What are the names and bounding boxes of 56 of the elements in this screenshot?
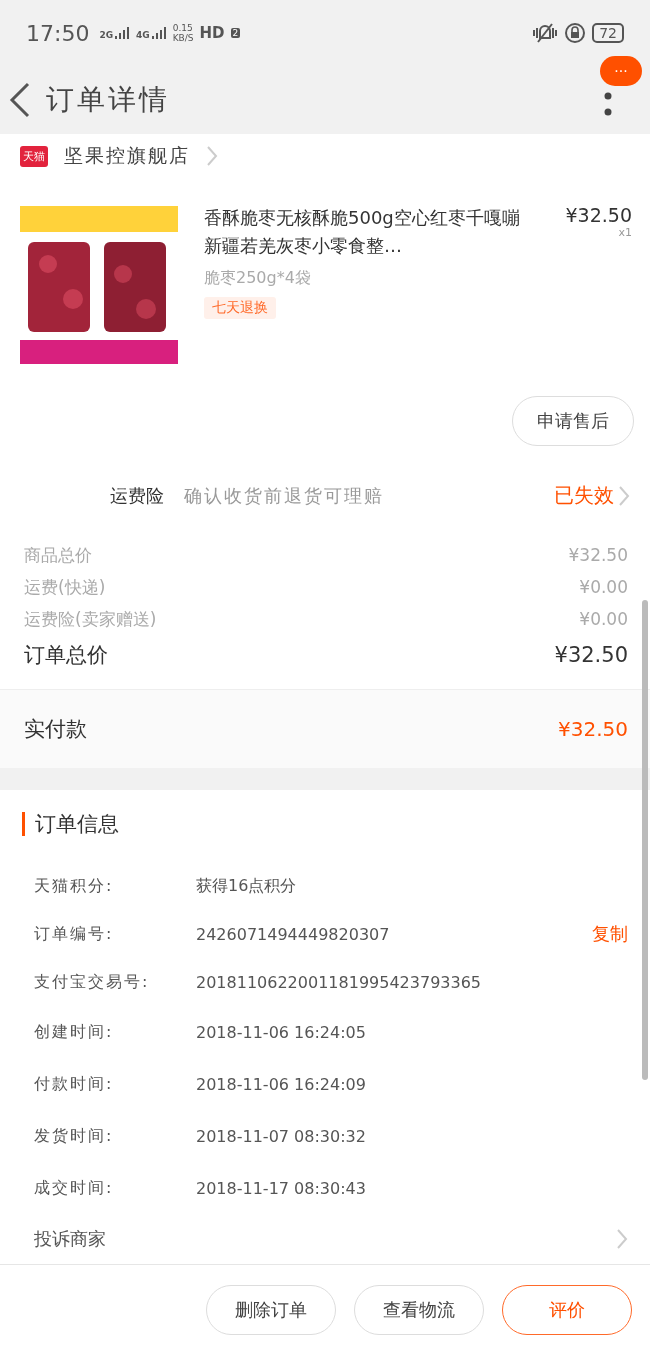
info-label: 创建时间: (34, 1021, 115, 1043)
return-tag: 七天退换 (204, 297, 276, 319)
summary-value: ¥0.00 (579, 609, 628, 629)
product-quantity: x1 (618, 226, 632, 239)
hd-label: HD (199, 24, 225, 42)
signal-icon (150, 26, 167, 40)
action-button[interactable]: 删除订单 (206, 1285, 336, 1335)
speed-unit: KB/S (172, 33, 194, 43)
speed-value: 0.15 (172, 23, 194, 33)
summary-label: 运费险(卖家赠送) (24, 607, 157, 631)
complaint-link[interactable]: 投诉商家 (34, 1227, 106, 1251)
store-name[interactable]: 坚果控旗舰店 (64, 143, 190, 169)
summary-value: ¥0.00 (579, 577, 628, 597)
info-label: 支付宝交易号: (34, 971, 151, 993)
lock-rotation-icon (564, 22, 587, 44)
info-label: 订单编号: (34, 923, 115, 945)
chevron-icon (616, 1228, 628, 1250)
network-label: 4G (136, 29, 150, 40)
mute-bell-icon (532, 22, 559, 44)
tmall-badge: 天猫 (20, 145, 48, 167)
info-label: 付款时间: (34, 1073, 115, 1095)
network-label: 2G (99, 29, 114, 40)
product-price: ¥32.50 (565, 204, 632, 226)
info-label: 发货时间: (34, 1125, 115, 1147)
signal-icon (114, 26, 131, 40)
info-value: 2018-11-07 08:30:32 (196, 1126, 367, 1146)
product-title[interactable]: 香酥脆枣无核酥脆500g空心红枣千嘎嘣新疆若羌灰枣小零食整… (204, 204, 530, 260)
back-icon[interactable] (8, 82, 32, 118)
clock: 17:50 (26, 20, 90, 46)
action-button[interactable]: 查看物流 (354, 1285, 484, 1335)
summary-label: 运费(快递) (24, 575, 106, 599)
summary-value: ¥32.50 (554, 643, 628, 667)
info-value: 2018-11-06 16:24:09 (196, 1074, 367, 1094)
info-value: 2018-11-06 16:24:05 (196, 1022, 367, 1042)
summary-value: ¥32.50 (568, 545, 628, 565)
insurance-description: 确认收货前退货可理赔 (184, 483, 384, 508)
info-label: 成交时间: (34, 1177, 115, 1199)
paid-label: 实付款 (24, 716, 87, 743)
summary-label: 订单总价 (24, 642, 108, 669)
chevron-icon (618, 484, 630, 507)
menu-icon[interactable] (604, 92, 612, 118)
insurance-label: 运费险 (110, 483, 164, 508)
info-value: 获得16点积分 (196, 875, 298, 897)
paid-value: ¥32.50 (558, 717, 628, 741)
page-title: 订单详情 (46, 82, 170, 118)
chevron-icon (206, 145, 218, 167)
summary-label: 商品总价 (24, 543, 92, 567)
after-sale-button[interactable]: 申请售后 (512, 396, 634, 446)
hd-slot: 2 (230, 28, 241, 38)
info-value: 2426071494449820307 (196, 924, 391, 944)
info-value: 2018-11-17 08:30:43 (196, 1178, 367, 1198)
section-title: 订单信息 (22, 812, 628, 836)
info-value: 2018110622001181995423793365 (196, 972, 483, 992)
product-variant: 脆枣250g*4袋 (204, 268, 312, 289)
battery-level: 72 (592, 23, 624, 43)
info-label: 天猫积分: (34, 875, 115, 897)
